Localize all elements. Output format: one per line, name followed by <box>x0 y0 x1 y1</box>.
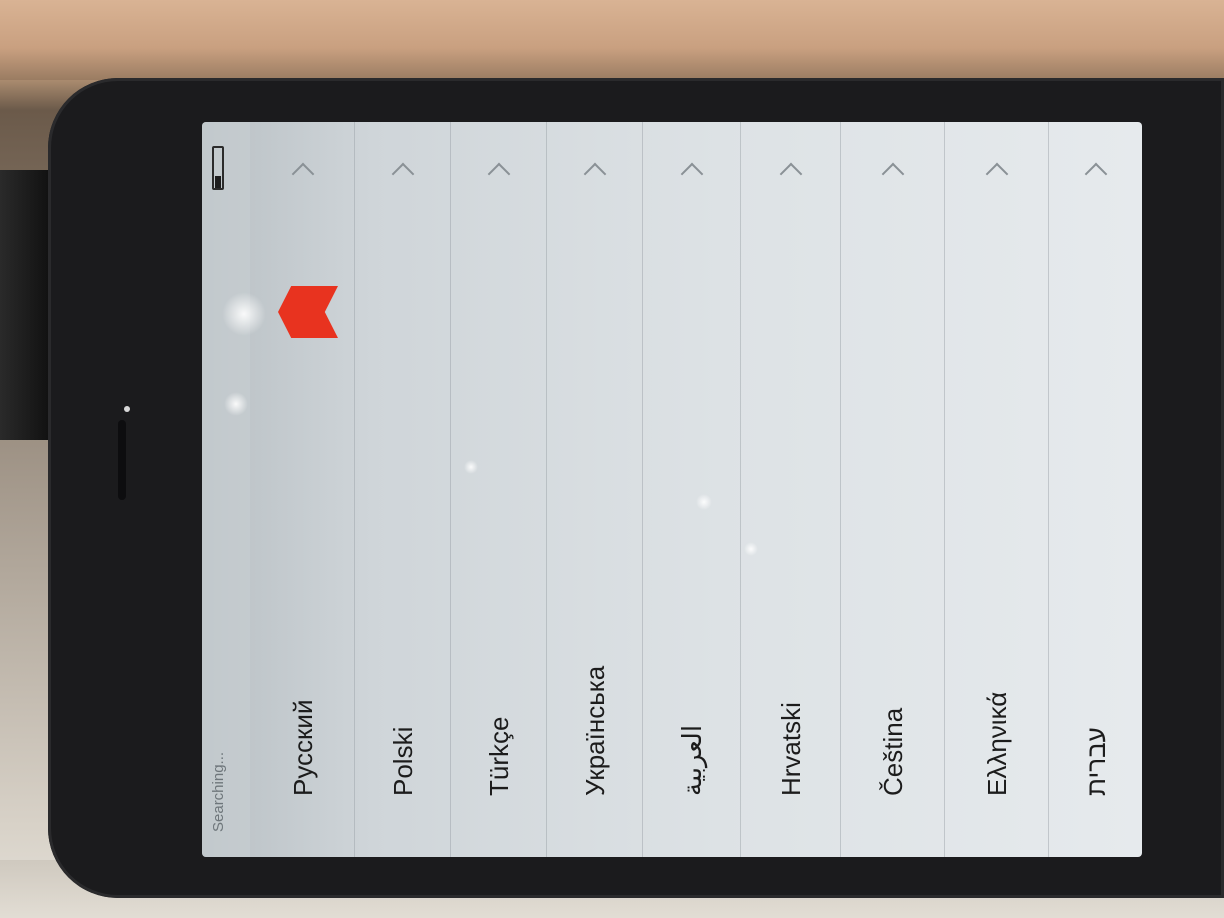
earpiece-speaker <box>118 420 126 500</box>
language-row[interactable]: Čeština <box>840 122 945 857</box>
chevron-right-icon <box>391 162 415 186</box>
language-list: Русский Polski Türkçe Українська العربية… <box>250 122 1142 857</box>
language-row[interactable]: עברית <box>1048 122 1142 857</box>
language-label: Polski <box>388 726 418 796</box>
screen-glare <box>224 392 248 416</box>
chevron-right-icon <box>680 162 704 186</box>
chevron-right-icon <box>985 162 1009 186</box>
front-camera <box>124 406 130 412</box>
language-label: Türkçe <box>484 716 514 796</box>
device-screen: Searching... Русский Polski Türkçe Украї… <box>202 122 1142 857</box>
language-label: עברית <box>1081 727 1111 796</box>
desk-surface-top <box>0 0 1224 80</box>
language-row[interactable]: Türkçe <box>450 122 547 857</box>
chevron-right-icon <box>291 162 315 186</box>
chevron-right-icon <box>1084 162 1108 186</box>
language-row[interactable]: Українська <box>546 122 643 857</box>
language-row[interactable]: Polski <box>354 122 451 857</box>
language-row[interactable]: Ελληνικά <box>944 122 1049 857</box>
charging-cable <box>0 170 50 440</box>
language-row[interactable]: العربية <box>642 122 741 857</box>
language-row[interactable]: Русский <box>250 122 355 857</box>
language-label: Ελληνικά <box>982 691 1012 796</box>
chevron-right-icon <box>487 162 511 186</box>
language-label: Čeština <box>878 707 908 796</box>
chevron-right-icon <box>779 162 803 186</box>
status-text: Searching... <box>210 751 227 832</box>
language-label: العربية <box>677 724 707 796</box>
language-label: Українська <box>580 665 610 796</box>
chevron-right-icon <box>881 162 905 186</box>
language-label: Hrvatski <box>776 702 806 796</box>
status-bar: Searching... <box>202 122 250 857</box>
language-label: Русский <box>288 699 318 796</box>
chevron-right-icon <box>583 162 607 186</box>
language-row[interactable]: Hrvatski <box>740 122 841 857</box>
battery-icon <box>212 146 224 190</box>
